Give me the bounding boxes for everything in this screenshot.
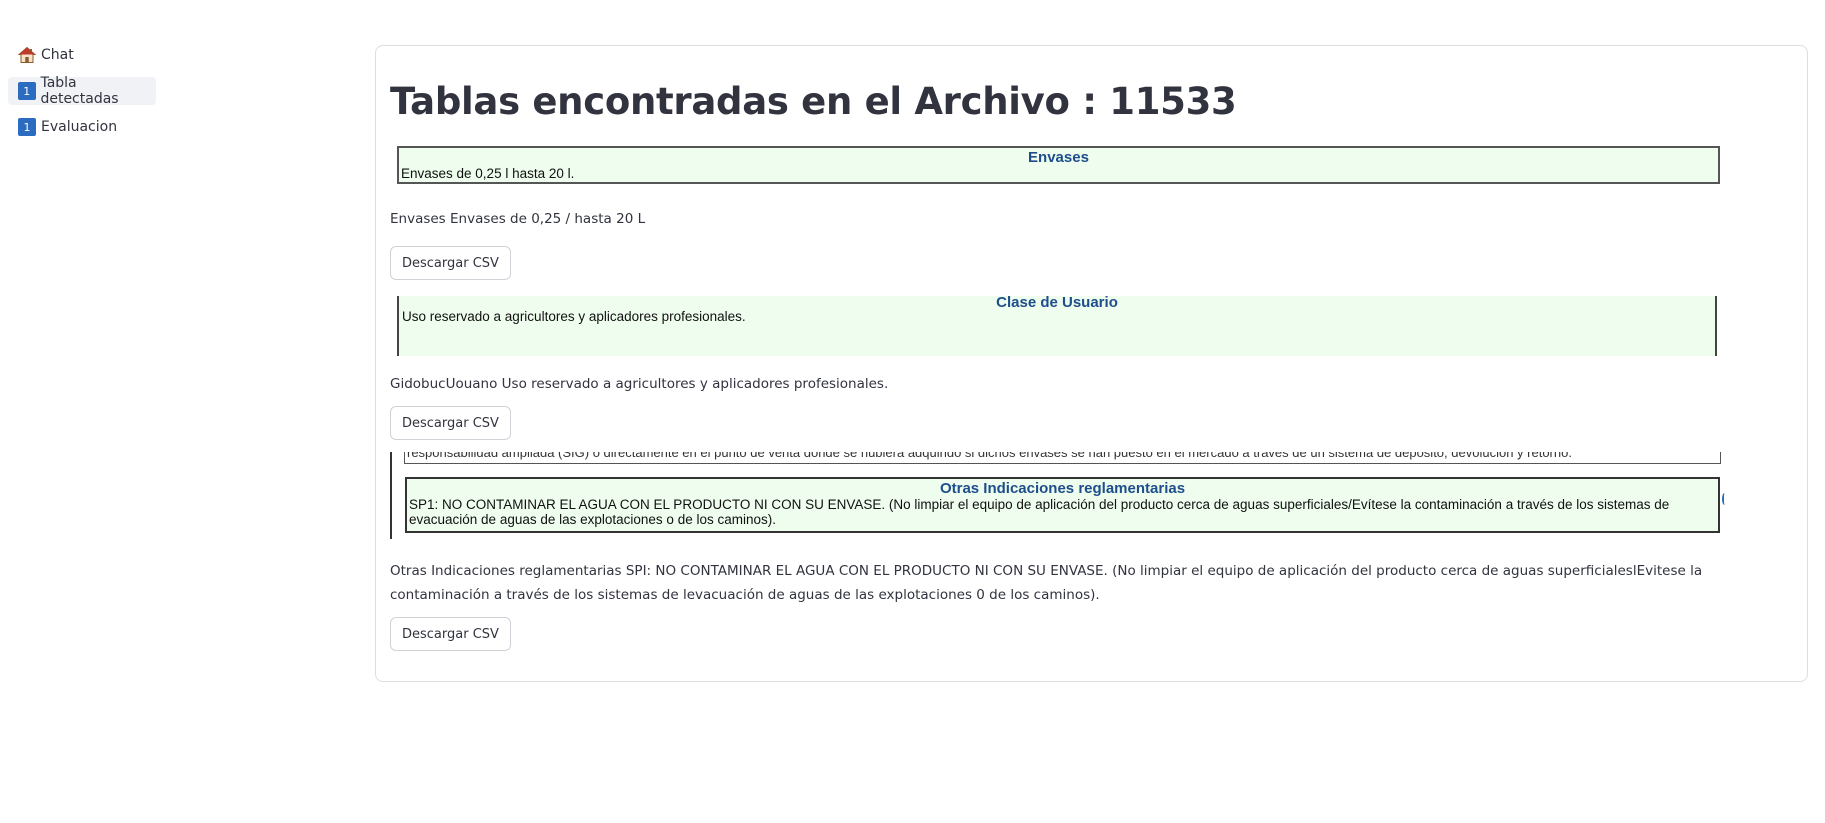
download-csv-button[interactable]: Descargar CSV	[390, 246, 511, 280]
table-image-text: Uso reservado a agricultores y aplicador…	[402, 309, 746, 324]
keycap-one-icon: 1	[17, 81, 36, 101]
sidebar-nav: Chat 1 Tabla detectadas 1 Evaluacion	[8, 41, 156, 149]
sidebar-item-label: Chat	[41, 47, 74, 63]
sidebar-item-label: Tabla detectadas	[40, 75, 119, 107]
table-image-text: SP1: NO CONTAMINAR EL AGUA CON EL PRODUC…	[409, 497, 1670, 527]
sidebar: Chat 1 Tabla detectadas 1 Evaluacion	[0, 0, 370, 823]
sidebar-item-label: Evaluacion	[41, 119, 118, 135]
table-image-cropped-line: responsabilidad ampliada (SIG) o directa…	[407, 452, 1572, 460]
table-extracted-text: Otras Indicaciones reglamentarias SPI: N…	[390, 563, 1703, 603]
cropped-mark	[1722, 493, 1727, 505]
table-image-text: Envases de 0,25 l hasta 20 l.	[401, 166, 575, 181]
table-image-envases: Envases Envases de 0,25 l hasta 20 l.	[397, 146, 1720, 184]
download-csv-button[interactable]: Descargar CSV	[390, 406, 511, 440]
keycap-number: 1	[18, 118, 36, 136]
sidebar-item-chat[interactable]: Chat	[8, 41, 156, 69]
table-extracted-text: Envases Envases de 0,25 / hasta 20 L	[390, 211, 646, 227]
sidebar-item-evaluacion[interactable]: 1 Evaluacion	[8, 113, 156, 141]
main-container: Tablas encontradas en el Archivo : 11533…	[375, 45, 1808, 682]
keycap-number: 1	[17, 82, 36, 100]
next-table-image-edge	[396, 681, 1716, 682]
page-title: Tablas encontradas en el Archivo : 11533	[390, 80, 1237, 123]
table-image-otras-indicaciones: responsabilidad ampliada (SIG) o directa…	[390, 452, 1724, 539]
table-extracted-text: GidobucUouano Uso reservado a agricultor…	[390, 376, 889, 392]
table-image-clase-usuario: Clase de Usuario Uso reservado a agricul…	[397, 294, 1717, 356]
sidebar-item-tabla-detectadas[interactable]: 1 Tabla detectadas	[8, 75, 156, 107]
download-csv-button[interactable]: Descargar CSV	[390, 617, 511, 651]
table-image-cropped-text: responsabilidad ampliada (SIG) o directa…	[404, 452, 1721, 464]
house-icon	[17, 45, 37, 65]
table-image-header: Otras Indicaciones reglamentarias	[939, 480, 1186, 497]
table-image-box: Otras Indicaciones reglamentarias SP1: N…	[405, 477, 1724, 533]
table-image-header: Envases	[1028, 149, 1089, 166]
keycap-one-icon: 1	[17, 117, 37, 137]
